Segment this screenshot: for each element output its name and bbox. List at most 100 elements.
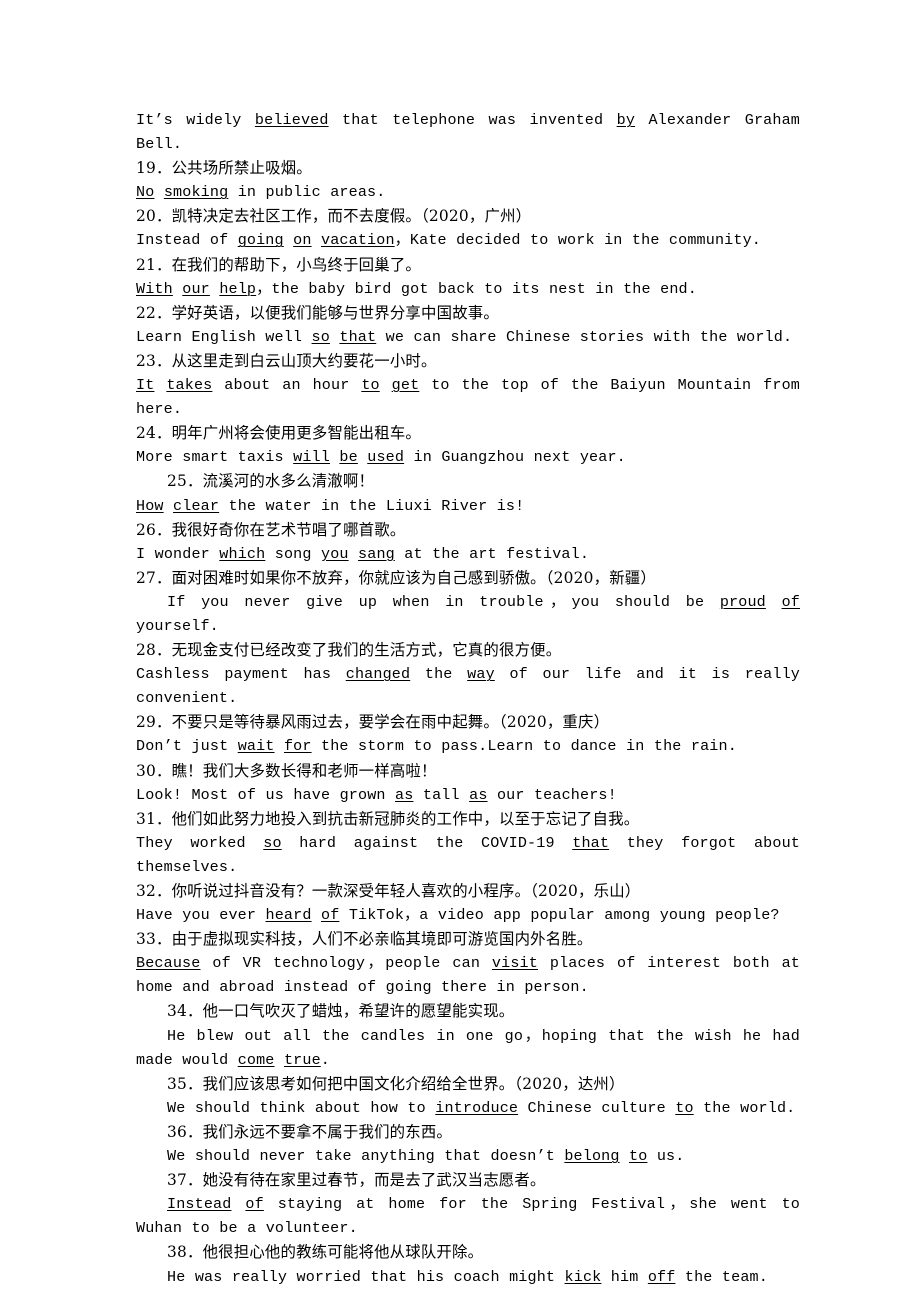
answer-blank: clear xyxy=(173,496,220,515)
text-run: Look! Most of us have grown xyxy=(136,785,396,804)
answer-blank: vacation xyxy=(321,231,395,250)
text-run: tall xyxy=(413,785,470,804)
text-run: 20．凯特决定去社区工作，而不去度假。（2020，广州） xyxy=(136,207,532,226)
text-run: the xyxy=(410,665,468,684)
answer-blank: to xyxy=(675,1098,694,1117)
chinese-prompt-line: 19．公共场所禁止吸烟。 xyxy=(136,156,800,180)
text-run: him xyxy=(601,1267,648,1286)
text-run: yourself. xyxy=(136,616,219,635)
english-answer-line: Instead of staying at home for the Sprin… xyxy=(136,1192,800,1240)
chinese-prompt-line: 30．瞧！我们大多数长得和老师一样高啦！ xyxy=(136,759,800,783)
answer-blank: It xyxy=(136,376,155,395)
text-run: ，the baby bird got back to its nest in t… xyxy=(256,279,697,298)
text-run: ’s widely xyxy=(154,111,255,129)
english-answer-line: We should think about how to introduce C… xyxy=(136,1096,800,1120)
document-page: It’s widely believed that telephone was … xyxy=(0,0,920,1302)
chinese-prompt-line: 29．不要只是等待暴风雨过去，要学会在雨中起舞。（2020，重庆） xyxy=(136,710,800,734)
answer-blank: on xyxy=(293,231,312,250)
text-run xyxy=(154,183,163,201)
text-run: the water in the Liuxi River is! xyxy=(219,496,525,515)
answer-blank: for xyxy=(283,737,312,756)
english-answer-line: More smart taxis will be used in Guangzh… xyxy=(136,445,800,469)
english-answer-line: No smoking in public areas. xyxy=(136,180,800,204)
text-run: Chinese culture xyxy=(518,1098,676,1117)
chinese-prompt-line: 27．面对困难时如果你不放弃，你就应该为自己感到骄傲。（2020，新疆） xyxy=(136,566,800,590)
answer-blank: going xyxy=(237,231,284,250)
text-run: 27．面对困难时如果你不放弃，你就应该为自己感到骄傲。（2020，新疆） xyxy=(136,568,656,587)
answer-blank: How xyxy=(136,496,164,515)
text-run: at the art festival. xyxy=(394,544,590,563)
text-run xyxy=(284,231,293,249)
answer-blank: heard xyxy=(265,906,312,925)
text-run: about an hour xyxy=(212,376,362,395)
text-run: 19．公共场所禁止吸烟。 xyxy=(136,159,312,178)
english-answer-line: He was really worried that his coach mig… xyxy=(136,1265,800,1289)
text-run: 29．不要只是等待暴风雨过去，要学会在雨中起舞。（2020，重庆） xyxy=(136,713,610,732)
text-run: song xyxy=(265,544,321,563)
answer-blank: of xyxy=(781,592,800,611)
text-run: in public areas. xyxy=(228,183,386,202)
text-run xyxy=(275,1051,284,1069)
answer-blank: so xyxy=(263,833,282,852)
chinese-prompt-line: 34．他一口气吹灭了蜡烛，希望许的愿望能实现。 xyxy=(136,999,800,1023)
text-run: us. xyxy=(647,1147,685,1166)
answer-blank: wait xyxy=(237,737,275,756)
text-run: . xyxy=(320,1050,331,1069)
text-run: 22．学好英语，以便我们能够与世界分享中国故事。 xyxy=(136,303,499,322)
text-run: 36．我们永远不要拿不属于我们的东西。 xyxy=(167,1122,453,1141)
text-run xyxy=(620,1147,629,1165)
answer-blank: our xyxy=(182,279,210,298)
chinese-prompt-line: 23．从这里走到白云山顶大约要花一小时。 xyxy=(136,349,800,373)
answer-blank: of xyxy=(245,1195,264,1214)
text-run: He blew out all the candles in one go，ho… xyxy=(136,1026,800,1069)
answer-blank: get xyxy=(391,376,420,395)
text-run: 35．我们应该思考如何把中国文化介绍给全世界。（2020，达州） xyxy=(167,1074,625,1093)
english-answer-line: Because of VR technology，people can visi… xyxy=(136,951,800,999)
chinese-prompt-line: 28．无现金支付已经改变了我们的生活方式，它真的很方便。 xyxy=(136,638,800,662)
text-run: 33．由于虚拟现实科技，人们不必亲临其境即可游览国内外名胜。 xyxy=(136,930,593,949)
text-run: We should never take anything that doesn… xyxy=(167,1147,565,1166)
chinese-prompt-line: 32．你听说过抖音没有？一款深受年轻人喜欢的小程序。（2020，乐山） xyxy=(136,879,800,903)
answer-blank: so xyxy=(311,327,330,346)
answer-blank: to xyxy=(361,376,380,395)
english-answer-line: Cashless payment has changed the way of … xyxy=(136,662,800,710)
text-run: the world. xyxy=(693,1098,796,1117)
text-run: our teachers! xyxy=(487,785,617,804)
text-run xyxy=(312,231,321,249)
text-run: I wonder xyxy=(136,544,220,563)
english-answer-line: We should never take anything that doesn… xyxy=(136,1144,800,1168)
text-run: 26．我很好奇你在艺术节唱了哪首歌。 xyxy=(136,520,406,539)
text-run: 32．你听说过抖音没有？一款深受年轻人喜欢的小程序。（2020，乐山） xyxy=(136,882,641,900)
text-run: Learn English well xyxy=(136,327,312,346)
english-answer-line: Instead of going on vacation，Kate decide… xyxy=(136,228,800,252)
chinese-prompt-line: 35．我们应该思考如何把中国文化介绍给全世界。（2020，达州） xyxy=(136,1072,800,1096)
answer-blank: of xyxy=(320,906,340,925)
english-answer-line: Have you ever heard of TikTok，a video ap… xyxy=(136,903,800,927)
chinese-prompt-line: 38．他很担心他的教练可能将他从球队开除。 xyxy=(136,1240,800,1264)
text-run: in Guangzhou next year. xyxy=(404,448,626,467)
chinese-prompt-line: 22．学好英语，以便我们能够与世界分享中国故事。 xyxy=(136,301,800,325)
chinese-prompt-line: 36．我们永远不要拿不属于我们的东西。 xyxy=(136,1120,800,1144)
text-run xyxy=(330,448,339,466)
answer-blank: which xyxy=(219,544,266,563)
text-run xyxy=(330,328,339,346)
text-run xyxy=(210,280,219,298)
text-run: Have you ever xyxy=(136,906,266,925)
english-answer-line: How clear the water in the Liuxi River i… xyxy=(136,494,800,518)
answer-blank: sang xyxy=(358,544,395,563)
chinese-prompt-line: 21．在我们的帮助下，小鸟终于回巢了。 xyxy=(136,253,800,277)
answer-blank: No xyxy=(136,183,155,202)
answer-blank: changed xyxy=(345,665,411,684)
english-answer-line: With our help，the baby bird got back to … xyxy=(136,277,800,301)
answer-blank: that xyxy=(572,833,610,852)
answer-blank: by xyxy=(616,111,636,129)
answer-blank: as xyxy=(395,785,414,804)
text-run: the storm to pass.Learn to dance in the … xyxy=(311,737,737,756)
text-run: the team. xyxy=(675,1267,768,1286)
answer-blank: used xyxy=(367,448,405,467)
chinese-prompt-line: 37．她没有待在家里过春节，而是去了武汉当志愿者。 xyxy=(136,1168,800,1192)
text-run: of VR technology，people can xyxy=(200,954,492,973)
text-run: 28．无现金支付已经改变了我们的生活方式，它真的很方便。 xyxy=(136,641,562,660)
text-run: Instead of xyxy=(136,231,238,250)
answer-blank: With xyxy=(136,279,173,298)
